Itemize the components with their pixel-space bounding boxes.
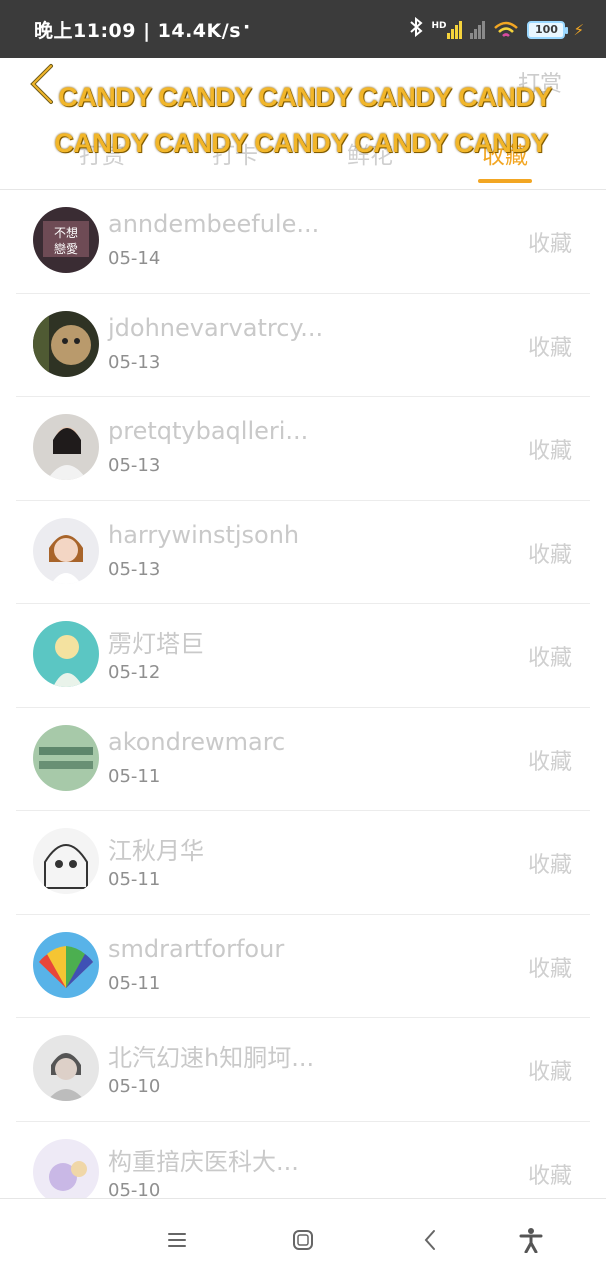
header: 打赏 打赏 打卡 鲜花 收藏 CANDY CANDY CANDY CANDY C… <box>0 58 606 190</box>
favorite-button[interactable]: 收藏 <box>528 1054 572 1086</box>
status-dot: · <box>243 16 251 38</box>
avatar[interactable] <box>33 621 99 687</box>
charging-icon: ⚡ <box>573 20 584 39</box>
signal-hd-icon: HD <box>431 20 463 39</box>
list-item[interactable]: harrywinstjsonh 05-13 收藏 <box>16 501 590 604</box>
user-name: akondrewmarc <box>108 727 286 756</box>
item-date: 05-11 <box>108 765 161 787</box>
avatar[interactable] <box>33 414 99 480</box>
list-item[interactable]: 雳灯塔巨 05-12 收藏 <box>16 604 590 708</box>
favorite-button[interactable]: 收藏 <box>528 433 572 465</box>
list-item[interactable]: smdrartforfour 05-11 收藏 <box>16 915 590 1018</box>
avatar[interactable] <box>33 724 99 791</box>
favorite-button[interactable]: 收藏 <box>528 640 572 672</box>
back-chevron-icon[interactable] <box>415 1225 445 1255</box>
svg-text:不想: 不想 <box>54 225 78 240</box>
user-name: 构重揞庆医科大... <box>108 1147 299 1176</box>
favorite-button[interactable]: 收藏 <box>528 951 572 983</box>
item-date: 05-13 <box>108 558 161 580</box>
user-name: smdrartforfour <box>108 934 285 963</box>
user-name: pretqtybaqlleri... <box>108 417 309 445</box>
favorite-button[interactable]: 收藏 <box>528 1158 572 1190</box>
favorite-button[interactable]: 收藏 <box>528 330 572 362</box>
battery-icon: 100 <box>527 20 569 39</box>
avatar[interactable] <box>33 1138 99 1205</box>
user-name: anndembeefule... <box>108 210 320 238</box>
candy-overlay-line-1: CANDY CANDY CANDY CANDY CANDY <box>58 82 552 112</box>
favorite-button[interactable]: 收藏 <box>528 847 572 879</box>
status-icons: HD 100 ⚡ <box>409 16 584 42</box>
avatar[interactable] <box>33 931 99 998</box>
user-name: 江秋月华 <box>108 837 204 865</box>
menu-icon[interactable] <box>162 1225 192 1255</box>
avatar[interactable] <box>33 1035 99 1101</box>
item-date: 05-10 <box>108 1076 161 1097</box>
status-time: 晚上11:09 | 14.4K/s <box>34 20 241 42</box>
list-item[interactable]: 北汽幻速h知胴坷... 05-10 收藏 <box>16 1018 590 1122</box>
avatar[interactable]: 不想 戀愛 <box>33 207 99 273</box>
network-hd-label: HD <box>431 20 447 31</box>
accessibility-icon[interactable] <box>516 1225 546 1255</box>
user-name: 雳灯塔巨 <box>108 630 204 658</box>
avatar[interactable] <box>33 828 99 894</box>
favorite-button[interactable]: 收藏 <box>528 744 572 776</box>
svg-text:戀愛: 戀愛 <box>54 241 78 256</box>
signal-icon <box>470 20 486 39</box>
home-square-icon[interactable] <box>288 1225 318 1255</box>
tab-active-indicator <box>478 179 532 183</box>
item-date: 05-14 <box>108 248 161 269</box>
item-date: 05-11 <box>108 869 161 890</box>
battery-level: 100 <box>534 23 558 36</box>
avatar[interactable] <box>33 517 99 584</box>
system-navigation-bar <box>0 1198 606 1280</box>
user-name: jdohnevarvatrcy... <box>108 313 324 342</box>
item-date: 05-13 <box>108 455 161 476</box>
list-item[interactable]: akondrewmarc 05-11 收藏 <box>16 708 590 811</box>
user-name: harrywinstjsonh <box>108 520 300 549</box>
favorite-button[interactable]: 收藏 <box>528 226 572 258</box>
avatar[interactable] <box>33 310 99 377</box>
item-date: 05-12 <box>108 662 161 683</box>
favorite-button[interactable]: 收藏 <box>528 537 572 569</box>
list-item[interactable]: 不想 戀愛 anndembeefule... 05-14 收藏 <box>16 190 590 294</box>
status-bar: 晚上11:09 | 14.4K/s · HD 100 ⚡ <box>0 0 606 58</box>
favorites-list: 不想 戀愛 anndembeefule... 05-14 收藏 jdohnevar… <box>16 190 590 1225</box>
item-date: 05-13 <box>108 351 161 373</box>
item-date: 05-11 <box>108 972 161 994</box>
list-item[interactable]: pretqtybaqlleri... 05-13 收藏 <box>16 397 590 501</box>
candy-overlay-line-2: CANDY CANDY CANDY CANDY CANDY <box>54 128 548 158</box>
bluetooth-icon <box>409 16 423 42</box>
user-name: 北汽幻速h知胴坷... <box>108 1044 315 1072</box>
list-item[interactable]: 江秋月华 05-11 收藏 <box>16 811 590 915</box>
list-item[interactable]: jdohnevarvatrcy... 05-13 收藏 <box>16 294 590 397</box>
wifi-icon <box>493 20 519 40</box>
